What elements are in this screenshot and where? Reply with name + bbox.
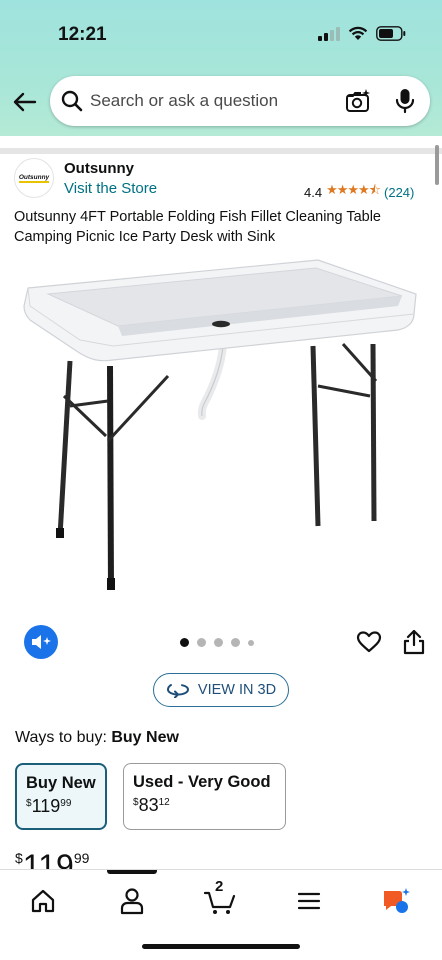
nav-active-indicator	[107, 870, 157, 874]
microphone-icon[interactable]	[394, 87, 416, 115]
app-header: 12:21 Search or ask a question	[0, 0, 442, 136]
rating-count: (224)	[384, 184, 415, 200]
buy-new-option[interactable]: Buy New $11999	[15, 763, 107, 830]
nav-home[interactable]	[21, 884, 65, 918]
search-input[interactable]: Search or ask a question	[50, 76, 430, 126]
used-very-good-option[interactable]: Used - Very Good $8312	[123, 763, 286, 830]
view-in-3d-label: VIEW IN 3D	[197, 682, 277, 698]
carousel-dot[interactable]	[180, 638, 189, 647]
camera-search-icon[interactable]	[344, 87, 372, 115]
signal-icon	[318, 26, 340, 41]
battery-icon	[376, 26, 406, 41]
visit-store-link[interactable]: Visit the Store	[64, 180, 157, 197]
section-divider	[0, 148, 442, 154]
menu-icon	[297, 892, 321, 910]
rotate-3d-icon	[166, 684, 189, 698]
share-icon[interactable]	[402, 628, 426, 656]
speaker-sparkle-icon	[32, 635, 51, 649]
buy-option-label: Used - Very Good	[133, 773, 271, 791]
store-logo-text: Outsunny	[18, 173, 50, 183]
rufus-ai-icon	[384, 888, 410, 913]
status-bar: 12:21	[0, 0, 442, 60]
store-name: Outsunny	[64, 160, 134, 177]
nav-menu[interactable]	[287, 884, 331, 918]
carousel-dot[interactable]	[231, 638, 240, 647]
nav-cart[interactable]: 2	[198, 878, 242, 918]
product-title: Outsunny 4FT Portable Folding Fish Fille…	[14, 209, 381, 245]
nav-account[interactable]	[110, 884, 154, 918]
ways-to-buy-heading: Ways to buy: Buy New	[15, 729, 179, 747]
status-time: 12:21	[58, 24, 107, 45]
search-placeholder: Search or ask a question	[90, 91, 279, 110]
heart-icon[interactable]	[356, 630, 382, 654]
buy-option-label: Buy New	[26, 774, 96, 792]
ways-to-buy-selected: Buy New	[111, 729, 179, 746]
scrollbar[interactable]	[435, 145, 439, 185]
cart-count-badge: 2	[215, 878, 224, 895]
status-icons	[318, 26, 406, 41]
rating-value: 4.4	[304, 184, 323, 200]
search-icon	[61, 90, 83, 112]
account-icon	[120, 888, 144, 915]
ways-to-buy-label: Ways to buy:	[15, 729, 107, 746]
search-row: Search or ask a question	[0, 76, 442, 128]
view-in-3d-button[interactable]: VIEW IN 3D	[153, 673, 289, 707]
home-indicator[interactable]	[142, 944, 300, 949]
audio-description-button[interactable]	[24, 625, 58, 659]
back-arrow-icon[interactable]	[10, 88, 38, 116]
home-icon	[31, 889, 55, 913]
store-logo[interactable]: Outsunny	[14, 158, 54, 198]
carousel-dot[interactable]	[248, 639, 254, 646]
buy-option-price: $8312	[133, 795, 170, 815]
wifi-icon	[348, 26, 368, 40]
carousel-dot[interactable]	[214, 638, 223, 647]
product-image[interactable]	[18, 256, 426, 596]
nav-rufus[interactable]	[374, 884, 418, 918]
rating-summary[interactable]: 4.4 ★★★★⯪ (224)	[304, 181, 414, 203]
buy-option-price: $11999	[26, 796, 72, 816]
star-rating-icon: ★★★★⯪	[326, 182, 381, 197]
image-carousel-dots[interactable]	[180, 638, 254, 647]
carousel-dot[interactable]	[197, 638, 206, 647]
